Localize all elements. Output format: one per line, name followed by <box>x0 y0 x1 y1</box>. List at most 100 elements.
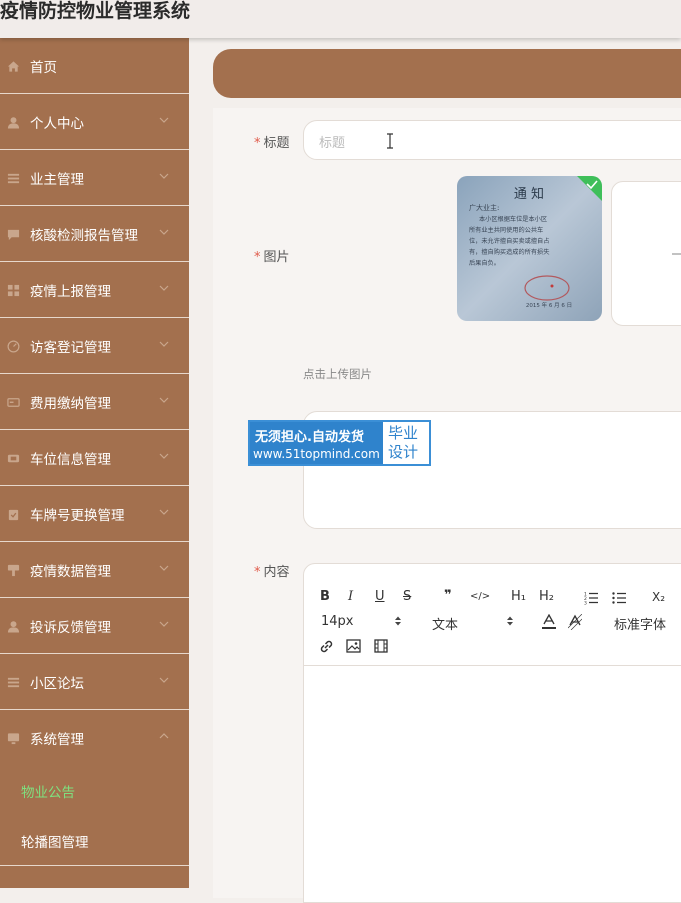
sidebar-item-label: 疫情数据管理 <box>30 563 111 580</box>
select-arrows-icon <box>395 616 401 626</box>
watermark-line1: 无须担心.自动发货 <box>255 430 364 445</box>
user-icon <box>7 620 20 633</box>
ordered-list-icon[interactable]: 123 <box>584 591 598 605</box>
watermark-left: 无须担心.自动发货 www.51topmind.com <box>250 422 383 464</box>
thumb-heading: 通 知 <box>514 186 544 202</box>
chevron-down-icon <box>159 285 169 291</box>
bullet-list-icon[interactable] <box>612 591 626 605</box>
plus-icon <box>672 253 681 255</box>
chevron-down-icon <box>159 621 169 627</box>
sidebar-subitem-label: 轮播图管理 <box>21 834 89 851</box>
watermark-line2: www.51topmind.com <box>253 447 380 461</box>
subscript-button[interactable]: X₂ <box>652 590 665 604</box>
underline-button[interactable]: U <box>375 589 385 604</box>
strike-button[interactable]: S <box>403 589 411 604</box>
list-icon <box>7 677 20 687</box>
parking-icon <box>7 454 20 462</box>
editor-toolbar-divider <box>304 665 681 666</box>
sidebar-item-community-forum[interactable]: 小区论坛 <box>0 654 189 710</box>
bold-button[interactable]: B <box>320 589 330 604</box>
content-field-label: * 内容 <box>254 565 290 580</box>
app-title: 疫情防控物业管理系统 <box>0 0 191 22</box>
font-size-select[interactable]: 14px <box>321 614 354 629</box>
chevron-down-icon <box>159 453 169 459</box>
sidebar-item-owner-management[interactable]: 业主管理 <box>0 150 189 206</box>
gauge-icon <box>7 340 20 352</box>
watermark-badge-text: 毕业 设计 <box>388 424 428 462</box>
font-color-icon[interactable] <box>542 614 556 630</box>
chevron-down-icon <box>159 173 169 179</box>
sidebar-item-epidemic-data[interactable]: 疫情数据管理 <box>0 542 189 598</box>
thumb-greeting: 广大业主: <box>469 203 499 212</box>
chevron-down-icon <box>159 117 169 123</box>
sidebar-item-label: 首页 <box>30 59 57 76</box>
code-button[interactable]: </> <box>470 591 490 602</box>
sidebar-item-label: 投诉反馈管理 <box>30 619 111 636</box>
chevron-down-icon <box>159 565 169 571</box>
chevron-down-icon <box>159 229 169 235</box>
thumb-date: 2015 年 6 月 6 日 <box>526 301 572 309</box>
h2-button[interactable]: H₂ <box>539 589 554 604</box>
sidebar-item-epidemic-report[interactable]: 疫情上报管理 <box>0 262 189 318</box>
sidebar: 首页 个人中心 业主管理 核酸检测报告管理 疫情上报管理 访客登记管理 费用缴纳… <box>0 38 189 888</box>
title-field-label: * 标题 <box>254 136 290 151</box>
chevron-down-icon <box>159 677 169 683</box>
list-icon <box>7 173 20 183</box>
top-bar: 疫情防控物业管理系统 <box>0 0 681 38</box>
card-icon <box>7 397 20 407</box>
select-arrows-icon <box>507 616 513 626</box>
sidebar-subitem-label: 物业公告 <box>21 785 75 801</box>
sidebar-item-label: 业主管理 <box>30 171 84 188</box>
sidebar-item-personal-center[interactable]: 个人中心 <box>0 94 189 150</box>
clipboard-icon <box>8 509 19 520</box>
grid-icon <box>7 284 20 296</box>
watermark-badge-line1: 毕业 <box>388 424 419 442</box>
sidebar-item-home[interactable]: 首页 <box>0 38 189 94</box>
monitor-icon <box>7 733 20 745</box>
sidebar-item-label: 车牌号更换管理 <box>30 507 125 524</box>
title-input[interactable]: 标题 <box>303 120 681 160</box>
notice-form: * 标题 标题 * 图片 通 知 广大业主: 本小区根据车位是本小区 所有业主共… <box>213 108 681 903</box>
chevron-down-icon <box>159 509 169 515</box>
sidebar-item-visitor-registration[interactable]: 访客登记管理 <box>0 318 189 374</box>
user-icon <box>7 116 20 129</box>
chevron-up-icon <box>159 733 169 739</box>
uploaded-image-thumb[interactable]: 通 知 广大业主: 本小区根据车位是本小区 所有业主共同使用的公共车 位，未允许… <box>457 176 602 321</box>
upload-image-button[interactable] <box>611 181 681 326</box>
sidebar-item-system-management[interactable]: 系统管理 <box>0 710 189 766</box>
font-family-select[interactable]: 标准字体 <box>614 614 666 633</box>
sidebar-item-complaint-feedback[interactable]: 投诉反馈管理 <box>0 598 189 654</box>
home-icon <box>7 60 20 72</box>
sidebar-item-label: 疫情上报管理 <box>30 283 111 300</box>
blockquote-button[interactable]: ❞ <box>444 588 452 603</box>
text-cursor-icon <box>387 133 393 149</box>
chat-icon <box>7 229 20 240</box>
chevron-down-icon <box>159 397 169 403</box>
sidebar-item-label: 个人中心 <box>30 115 84 132</box>
italic-button[interactable]: I <box>348 589 353 604</box>
sidebar-item-nucleic-report[interactable]: 核酸检测报告管理 <box>0 206 189 262</box>
sidebar-item-plate-change[interactable]: 车牌号更换管理 <box>0 486 189 542</box>
link-icon[interactable] <box>319 639 334 654</box>
background-color-icon[interactable] <box>568 614 582 630</box>
rich-text-editor[interactable]: B I U S ❞ </> H₁ H₂ 123 X₂ 14px 文本 标准字体 <box>303 563 681 903</box>
image-field-label: * 图片 <box>254 250 290 265</box>
image-icon[interactable] <box>346 639 361 653</box>
brush-icon <box>7 564 20 576</box>
sidebar-item-label: 访客登记管理 <box>30 339 111 356</box>
sidebar-item-fee-payment[interactable]: 费用缴纳管理 <box>0 374 189 430</box>
sidebar-item-label: 小区论坛 <box>30 675 84 692</box>
header-select[interactable]: 文本 <box>432 614 458 633</box>
sidebar-item-parking-info[interactable]: 车位信息管理 <box>0 430 189 486</box>
video-icon[interactable] <box>374 639 388 653</box>
upload-hint: 点击上传图片 <box>303 367 372 381</box>
svg-text:3: 3 <box>584 601 587 606</box>
sidebar-subitem-property-notice[interactable]: 物业公告 <box>0 766 189 816</box>
page-banner <box>213 49 681 98</box>
sidebar-item-label: 核酸检测报告管理 <box>30 227 138 244</box>
sidebar-item-label: 车位信息管理 <box>30 451 111 468</box>
h1-button[interactable]: H₁ <box>511 589 526 604</box>
sidebar-subitem-carousel-management[interactable]: 轮播图管理 <box>0 816 189 866</box>
chevron-down-icon <box>159 341 169 347</box>
notice-photo: 通 知 广大业主: 本小区根据车位是本小区 所有业主共同使用的公共车 位，未允许… <box>457 176 602 321</box>
